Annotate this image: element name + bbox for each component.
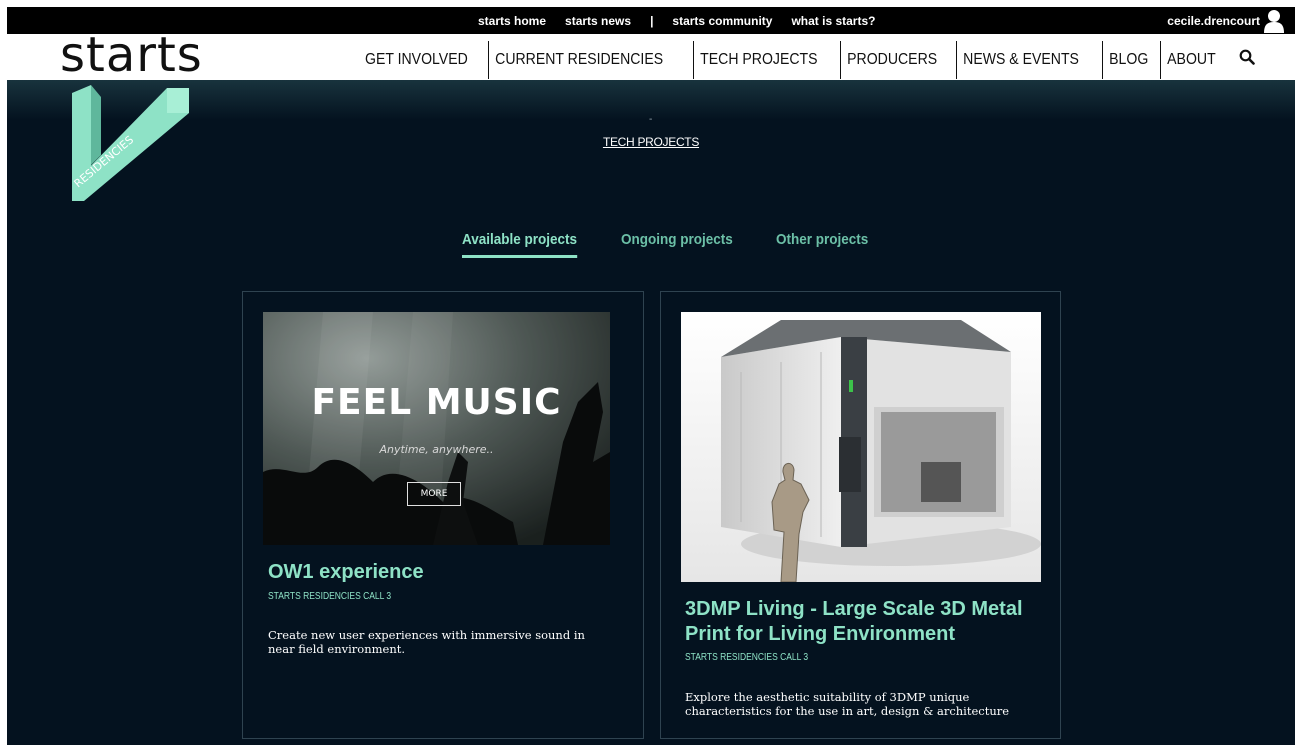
card-title[interactable]: OW1 experience (268, 560, 628, 585)
image-more-button[interactable]: MORE (407, 482, 461, 506)
project-card[interactable]: FEEL MUSIC Anytime, anywhere.. MORE OW1 … (242, 291, 644, 739)
card-description: Explore the aesthetic suitability of 3DM… (685, 690, 1010, 718)
card-subtitle: STARTS RESIDENCIES CALL 3 (268, 591, 392, 602)
card-description: Create new user experiences with immersi… (268, 628, 585, 656)
nav-about[interactable]: ABOUT (1161, 42, 1221, 78)
main-navigation: starts GET INVOLVED CURRENT RESIDENCIES … (7, 30, 1295, 80)
title-dash: - (649, 114, 653, 125)
nav-menu: GET INVOLVED CURRENT RESIDENCIES TECH PR… (365, 41, 1229, 79)
nav-producers[interactable]: PRODUCERS (841, 42, 942, 78)
card-title[interactable]: 3DMP Living - Large Scale 3D Metal Print… (685, 597, 1055, 647)
main-content: RESIDENCIES - TECH PROJECTS Available pr… (7, 80, 1295, 745)
project-card[interactable]: 3DMP Living - Large Scale 3D Metal Print… (660, 291, 1061, 739)
link-starts-home[interactable]: starts home (478, 14, 546, 28)
image-title: FEEL MUSIC (311, 382, 562, 423)
search-icon[interactable] (1239, 49, 1255, 65)
username[interactable]: cecile.drencourt (1167, 14, 1260, 28)
card-subtitle: STARTS RESIDENCIES CALL 3 (685, 652, 809, 663)
nav-news-events[interactable]: NEWS & EVENTS (957, 42, 1084, 78)
concert-photo (263, 312, 610, 545)
nav-blog[interactable]: BLOG (1103, 42, 1154, 78)
tab-other-projects[interactable]: Other projects (776, 231, 868, 258)
tab-ongoing-projects[interactable]: Ongoing projects (621, 231, 733, 258)
project-tabs: Available projects Ongoing projects Othe… (462, 231, 910, 258)
utility-links: starts home starts news | starts communi… (478, 7, 894, 34)
nav-get-involved[interactable]: GET INVOLVED (365, 42, 473, 78)
tab-available-projects[interactable]: Available projects (462, 231, 578, 258)
nav-current-residencies[interactable]: CURRENT RESIDENCIES (489, 42, 668, 78)
user-menu[interactable]: cecile.drencourt (1167, 7, 1260, 34)
nav-tech-projects[interactable]: TECH PROJECTS (694, 42, 823, 78)
link-starts-news[interactable]: starts news (565, 14, 631, 28)
project-image-concert[interactable]: FEEL MUSIC Anytime, anywhere.. MORE (263, 312, 610, 545)
printer-render (681, 312, 1041, 582)
starts-logo[interactable]: starts (60, 30, 203, 80)
project-image-3d-printer[interactable] (681, 312, 1041, 582)
breadcrumb: TECH PROJECTS (7, 135, 1295, 149)
link-starts-community[interactable]: starts community (672, 14, 772, 28)
image-subtitle: Anytime, anywhere.. (379, 443, 494, 456)
user-icon[interactable] (1263, 9, 1285, 33)
breadcrumb-tech-projects[interactable]: TECH PROJECTS (603, 135, 699, 149)
link-what-is-starts[interactable]: what is starts? (791, 14, 875, 28)
link-separator: | (650, 13, 654, 28)
